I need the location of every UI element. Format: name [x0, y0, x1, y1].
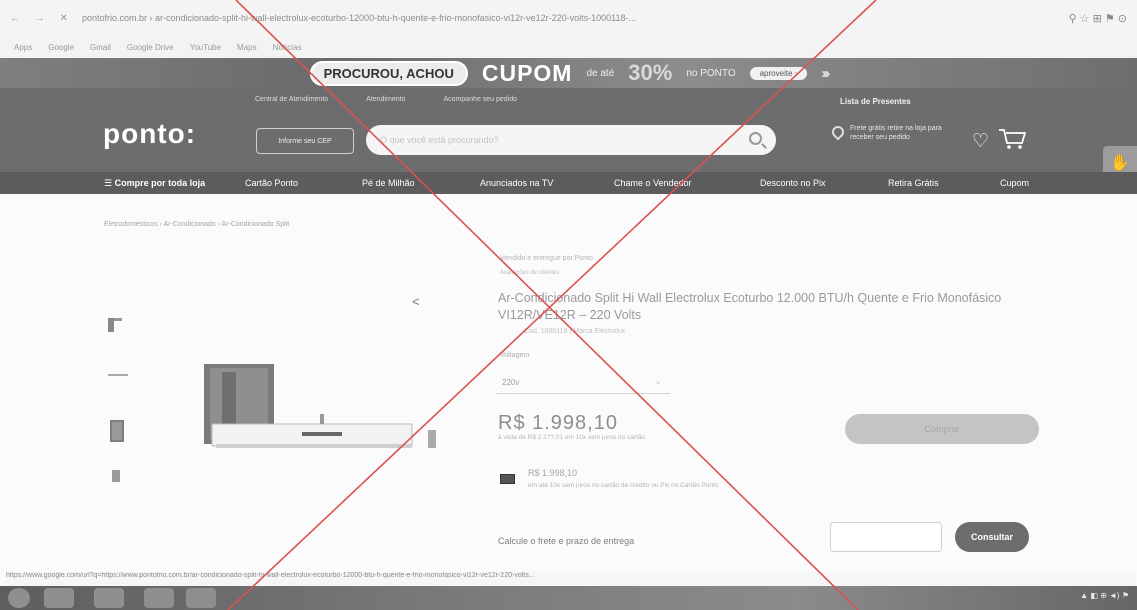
- consult-button[interactable]: Consultar: [955, 522, 1029, 552]
- page: { "browser": { "nav_buttons": "← → ✕", "…: [0, 0, 1137, 610]
- taskbar-app[interactable]: [186, 588, 216, 608]
- share-icon[interactable]: <: [412, 294, 420, 309]
- site-logo[interactable]: ponto:: [103, 118, 196, 150]
- seller-info[interactable]: Vendido e entregue por Ponto: [500, 255, 593, 262]
- search-icon[interactable]: [749, 132, 762, 145]
- header-top-links: Central de Atendimento Atendimento Acomp…: [255, 96, 517, 103]
- bookmarks-bar: Apps Google Gmail Google Drive YouTube M…: [0, 36, 1137, 58]
- site-header: Central de Atendimento Atendimento Acomp…: [0, 88, 1137, 172]
- price-note: à vista de R$ 2.1??,01 em 10x sem juros …: [498, 434, 646, 441]
- pickup-info[interactable]: Frete grátis retire na loja para receber…: [829, 123, 944, 142]
- nav-item-retira-gratis[interactable]: Retira Grátis: [888, 178, 939, 188]
- nav-item-desconto-pix[interactable]: Desconto no Pix: [760, 178, 826, 188]
- promo-arrows-icon: ›››: [821, 64, 830, 82]
- promo-no-ponto: no PONTO: [686, 67, 736, 79]
- gift-list-link[interactable]: Lista de Presentes: [840, 97, 911, 106]
- promo-de-ate: de até: [586, 67, 615, 79]
- voltage-label: Voltagem: [500, 352, 530, 359]
- taskbar-app[interactable]: [94, 588, 124, 608]
- voltage-value: 220v: [502, 378, 520, 387]
- product-image[interactable]: [202, 362, 442, 462]
- chevron-down-icon: ⌄: [654, 376, 662, 386]
- card-price: R$ 1.998,10: [528, 468, 578, 478]
- location-pin-icon: [829, 123, 847, 141]
- freight-label: Calcule o frete e prazo de entrega: [498, 536, 635, 546]
- credit-card-icon: [500, 474, 515, 484]
- taskbar-app[interactable]: [144, 588, 174, 608]
- header-link[interactable]: Atendimento: [366, 96, 405, 103]
- taskbar-app[interactable]: [44, 588, 74, 608]
- bookmark-item[interactable]: Google: [48, 43, 74, 52]
- os-taskbar: ▲ ◧ ⊕ ◄) ⚑: [0, 586, 1137, 610]
- promo-percent: 30%: [628, 60, 673, 85]
- header-link[interactable]: Central de Atendimento: [255, 96, 328, 103]
- search-placeholder: O que você está procurando?: [380, 135, 499, 145]
- browser-nav-buttons[interactable]: ← → ✕: [10, 13, 74, 24]
- nav-item-pe-de-milhao[interactable]: Pé de Milhão: [362, 178, 415, 188]
- product-title: Ar-Condicionado Split Hi Wall Electrolux…: [498, 291, 1002, 322]
- cep-button[interactable]: Informe seu CEP: [256, 128, 354, 154]
- product-thumbnail[interactable]: [98, 460, 138, 500]
- browser-toolbar: ← → ✕ pontofrio.com.br › ar-condicionado…: [0, 0, 1137, 36]
- address-bar[interactable]: pontofrio.com.br › ar-condicionado-split…: [82, 13, 1061, 23]
- nav-item-chame-vendedor[interactable]: Chame o Vendedor: [614, 178, 692, 188]
- category-nav: ☰ Compre por toda loja Cartão Ponto Pé d…: [0, 172, 1137, 194]
- browser-action-icons[interactable]: ⚲ ☆ ⊞ ⚑ ⊙: [1069, 12, 1127, 25]
- bookmark-item[interactable]: Google Drive: [127, 43, 174, 52]
- buy-button[interactable]: Comprar: [845, 414, 1039, 444]
- promo-banner[interactable]: PROCUROU, ACHOU CUPOM de até 30% no PONT…: [0, 58, 1137, 88]
- pickup-text: Frete grátis retire na loja para receber…: [850, 125, 942, 141]
- nav-item-cartao-ponto[interactable]: Cartão Ponto: [245, 178, 298, 188]
- nav-item-all-store[interactable]: ☰ Compre por toda loja: [104, 178, 205, 189]
- bookmark-item[interactable]: Gmail: [90, 43, 111, 52]
- product-price: R$ 1.998,10: [498, 412, 618, 434]
- status-bar-url: https://www.google.com/url?q=https://www…: [6, 572, 1136, 586]
- header-link[interactable]: Acompanhe seu pedido: [443, 96, 517, 103]
- cart-icon[interactable]: [998, 128, 1026, 150]
- bookmark-item[interactable]: Notícias: [273, 43, 302, 52]
- card-note[interactable]: em até 10x sem juros no cartão de crédit…: [528, 482, 718, 489]
- cep-field[interactable]: [830, 522, 942, 552]
- breadcrumb[interactable]: Eletrodomésticos › Ar-Condicionado › Ar-…: [104, 221, 289, 228]
- nav-item-cupom[interactable]: Cupom: [1000, 178, 1029, 188]
- rating-line[interactable]: Avaliações de clientes: [500, 270, 559, 276]
- nav-item-anunciados-tv[interactable]: Anunciados na TV: [480, 178, 553, 188]
- system-tray[interactable]: ▲ ◧ ⊕ ◄) ⚑: [1080, 591, 1129, 600]
- search-input[interactable]: O que você está procurando?: [366, 125, 776, 155]
- product-thumbnail[interactable]: [98, 356, 138, 396]
- bookmark-item[interactable]: YouTube: [190, 43, 221, 52]
- heart-icon[interactable]: ♡: [972, 130, 989, 153]
- product-code: Cód. 1000118 | Marca Electrolux: [524, 328, 626, 335]
- product-thumbnail[interactable]: [98, 300, 138, 340]
- promo-search-pill[interactable]: PROCUROU, ACHOU: [309, 60, 468, 86]
- bookmark-item[interactable]: Apps: [14, 43, 32, 52]
- product-thumbnail[interactable]: [98, 412, 138, 452]
- start-button[interactable]: [8, 588, 30, 608]
- promo-button[interactable]: aproveite ›: [749, 66, 808, 80]
- promo-cupom-text: CUPOM: [481, 59, 573, 86]
- voltage-select[interactable]: 220v ⌄: [496, 370, 670, 394]
- bookmark-item[interactable]: Maps: [237, 43, 257, 52]
